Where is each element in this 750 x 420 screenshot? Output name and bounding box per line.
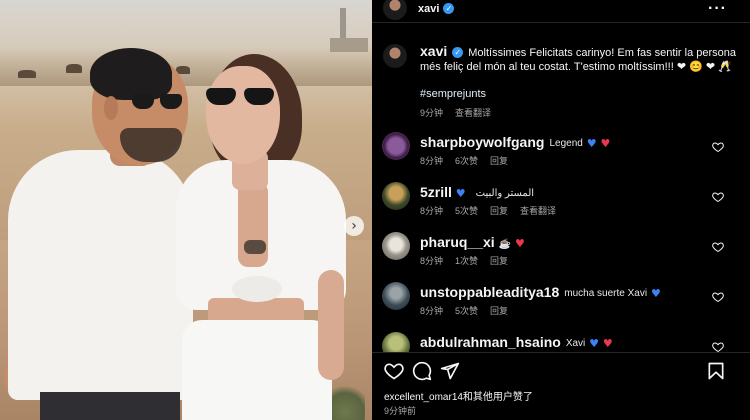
author-username[interactable]: xavi ✓ bbox=[418, 3, 455, 15]
woman-face bbox=[206, 66, 280, 164]
comment-username[interactable]: abdulrahman_hsaino Xavi ♥ ♥ bbox=[420, 334, 613, 350]
comment-meta: 8分钟 5次赞 回复 查看翻译 bbox=[420, 206, 557, 216]
post-photo: › bbox=[0, 0, 372, 420]
post-time-ago: 9分钟前 bbox=[384, 406, 417, 416]
post-side-panel: xavi ✓ ··· xavi ✓ Moltíssimes Felicitats ca… bbox=[372, 0, 750, 420]
reply-button[interactable]: 回复 bbox=[490, 256, 508, 266]
verified-badge-icon: ✓ bbox=[452, 47, 464, 58]
woman-top bbox=[244, 240, 266, 254]
man-dark-pants bbox=[40, 392, 180, 420]
post-caption: xavi ✓ Moltíssimes Felicitats carinyo! Em … bbox=[420, 44, 744, 74]
blue-heart-icon: ♥ bbox=[650, 287, 661, 300]
woman-shirt-knot bbox=[232, 276, 282, 302]
comment-likes[interactable]: 6次赞 bbox=[455, 156, 478, 166]
blue-heart-icon: ♥ bbox=[586, 137, 597, 150]
woman-arm bbox=[318, 270, 344, 380]
avatar[interactable] bbox=[382, 332, 410, 352]
caption-time: 9分钟 bbox=[420, 108, 444, 118]
like-comment-heart-icon[interactable] bbox=[712, 191, 724, 203]
red-heart-icon: ♥ bbox=[600, 137, 611, 150]
comment-item: sharpboywolfgang Legend ♥ ♥ 8分钟 6次赞 回复 bbox=[372, 132, 750, 182]
cup-emoji-icon: ☕ bbox=[498, 239, 512, 250]
camel-silhouette bbox=[66, 64, 82, 73]
more-options-icon[interactable]: ··· bbox=[708, 0, 727, 18]
blue-heart-icon: ♥ bbox=[455, 187, 466, 200]
comment-likes[interactable]: 5次赞 bbox=[455, 306, 478, 316]
reply-button[interactable]: 回复 bbox=[490, 206, 508, 216]
red-heart-icon: ♥ bbox=[602, 337, 613, 350]
comment-text: mucha suerte Xavi bbox=[564, 288, 648, 299]
blue-heart-icon: ♥ bbox=[589, 337, 600, 350]
woman-sunglasses bbox=[206, 88, 276, 106]
send-icon[interactable] bbox=[440, 361, 460, 381]
woman-white-pants bbox=[182, 320, 332, 420]
avatar[interactable] bbox=[382, 282, 410, 310]
verified-badge-icon: ✓ bbox=[443, 3, 455, 14]
avatar[interactable] bbox=[382, 182, 410, 210]
comment-text: Legend bbox=[549, 138, 583, 149]
like-comment-heart-icon[interactable] bbox=[712, 291, 724, 303]
like-comment-heart-icon[interactable] bbox=[712, 241, 724, 253]
red-heart-icon: ♥ bbox=[514, 237, 525, 250]
comment-meta: 8分钟 5次赞 回复 bbox=[420, 306, 509, 316]
likes-summary[interactable]: excellent_omar14和其他用户赞了 bbox=[384, 388, 533, 403]
caption-meta: 9分钟 查看翻译 bbox=[420, 106, 503, 119]
hashtag-link[interactable]: #semprejunts bbox=[420, 88, 486, 100]
comment-meta: 8分钟 1次赞 回复 bbox=[420, 256, 509, 266]
chevron-right-icon[interactable]: › bbox=[344, 216, 364, 236]
woman-neckline bbox=[238, 182, 268, 267]
bookmark-icon[interactable] bbox=[706, 361, 726, 381]
post-header: xavi ✓ ··· bbox=[372, 0, 750, 22]
reply-button[interactable]: 回复 bbox=[490, 156, 508, 166]
avatar[interactable] bbox=[383, 0, 407, 20]
comment-likes[interactable]: 5次赞 bbox=[455, 206, 478, 216]
man-ear bbox=[104, 96, 118, 120]
comment-text: المستر والبيت bbox=[475, 188, 535, 199]
camel-silhouette bbox=[18, 70, 36, 78]
comment-username[interactable]: 5zrill ♥ المستر والبيت bbox=[420, 184, 534, 200]
comment-likes[interactable]: 1次赞 bbox=[455, 256, 478, 266]
comment-item: pharuq__xi ☕ ♥ 8分钟 1次赞 回复 bbox=[372, 232, 750, 282]
comment-icon[interactable] bbox=[412, 361, 432, 381]
background-building bbox=[330, 38, 368, 52]
comment-item: 5zrill ♥ المستر والبيت 8分钟 5次赞 回复 查看翻译 bbox=[372, 182, 750, 232]
comment-username[interactable]: pharuq__xi ☕ ♥ bbox=[420, 234, 525, 250]
like-comment-heart-icon[interactable] bbox=[712, 341, 724, 352]
avatar[interactable] bbox=[382, 132, 410, 160]
comment-username[interactable]: sharpboywolfgang Legend ♥ ♥ bbox=[420, 134, 610, 150]
post-action-bar bbox=[372, 352, 750, 386]
man-white-tshirt bbox=[8, 150, 193, 400]
heart-icon[interactable] bbox=[384, 361, 404, 381]
comment-item: unstoppableaditya18 mucha suerte Xavi ♥ 8… bbox=[372, 282, 750, 332]
comment-text: Xavi bbox=[565, 338, 586, 349]
like-comment-heart-icon[interactable] bbox=[712, 141, 724, 153]
comment-item: abdulrahman_hsaino Xavi ♥ ♥ bbox=[372, 332, 750, 352]
author-name[interactable]: xavi bbox=[418, 3, 439, 15]
caption-emojis: ❤ 😊 ❤ 🥂 bbox=[676, 61, 732, 73]
avatar[interactable] bbox=[382, 232, 410, 260]
comment-username[interactable]: unstoppableaditya18 mucha suerte Xavi ♥ bbox=[420, 284, 661, 300]
see-translation-link[interactable]: 查看翻译 bbox=[520, 206, 556, 216]
see-translation-link[interactable]: 查看翻译 bbox=[455, 108, 491, 118]
caption-username[interactable]: xavi bbox=[420, 43, 447, 59]
reply-button[interactable]: 回复 bbox=[490, 306, 508, 316]
caption-avatar[interactable] bbox=[383, 44, 407, 68]
header-divider bbox=[372, 22, 750, 23]
man-sunglasses bbox=[132, 94, 184, 110]
comment-meta: 8分钟 6次赞 回复 bbox=[420, 156, 509, 166]
man-hair bbox=[90, 48, 172, 100]
man-beard bbox=[120, 128, 182, 162]
